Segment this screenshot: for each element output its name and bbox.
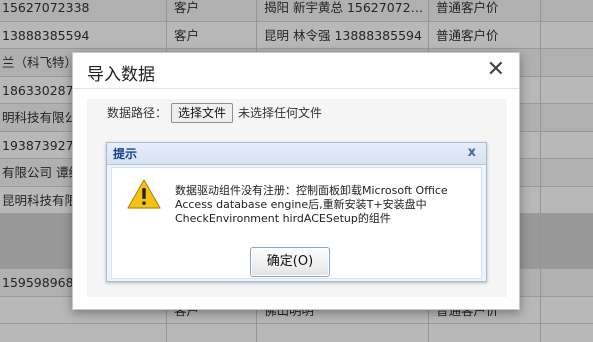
data-path-label: 数据路径： (107, 106, 168, 120)
alert-dialog: 提示 x 数据驱动组件没有注册：控制面板卸载Microsoft Office A… (106, 142, 487, 282)
file-status-text: 未选择任何文件 (238, 106, 323, 120)
alert-message: 数据驱动组件没有注册：控制面板卸载Microsoft Office Access… (175, 184, 448, 225)
ok-button[interactable]: 确定(O) (250, 247, 330, 277)
close-icon[interactable]: ✕ (487, 57, 505, 83)
warning-icon (127, 179, 161, 209)
alert-close-icon[interactable]: x (468, 144, 476, 162)
import-dialog-title: 导入数据 (87, 65, 155, 85)
alert-dialog-body: 数据驱动组件没有注册：控制面板卸载Microsoft Office Access… (111, 167, 482, 279)
import-dialog-header: 导入数据 ✕ (73, 53, 519, 89)
choose-file-button[interactable]: 选择文件 (171, 103, 234, 123)
alert-dialog-title: 提示 (113, 147, 138, 161)
alert-dialog-header: 提示 x (107, 143, 486, 165)
